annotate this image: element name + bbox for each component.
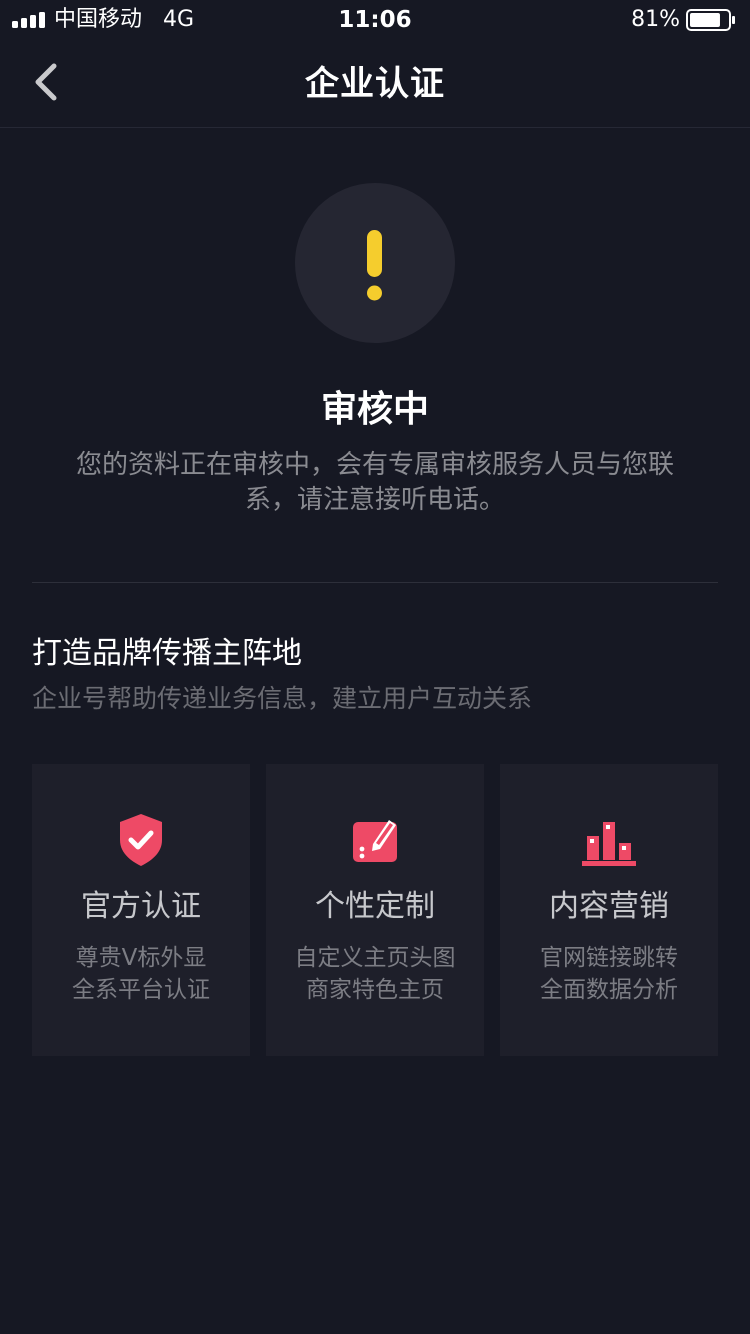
feature-desc-line: 商家特色主页 [306, 977, 444, 1003]
feature-desc-line: 官网链接跳转 [540, 945, 678, 971]
feature-desc-line: 全面数据分析 [540, 977, 678, 1003]
nav-bar: 企业认证 [0, 40, 750, 128]
feature-title: 官方认证 [81, 889, 201, 924]
feature-desc-line: 自定义主页头图 [294, 945, 456, 971]
feature-desc-line: 全系平台认证 [72, 977, 210, 1003]
promo-subtitle: 企业号帮助传递业务信息，建立用户互动关系 [32, 684, 533, 713]
section-divider [32, 582, 718, 583]
page-title: 企业认证 [305, 64, 445, 104]
custom-edit-icon [353, 820, 397, 862]
review-status-title: 审核中 [320, 389, 429, 430]
battery-icon [686, 9, 735, 31]
promo-title: 打造品牌传播主阵地 [32, 636, 302, 671]
feature-title: 内容营销 [549, 889, 669, 924]
feature-title: 个性定制 [315, 889, 435, 924]
exclamation-icon [367, 230, 382, 301]
bar-chart-icon [582, 822, 636, 866]
feature-card-customization: 个性定制 自定义主页头图 商家特色主页 [266, 764, 484, 1056]
feature-card-content-marketing: 内容营销 官网链接跳转 全面数据分析 [500, 764, 718, 1056]
review-status-badge [295, 183, 455, 343]
battery-percentage: 81% [631, 7, 680, 32]
feature-card-official-verification: 官方认证 尊贵V标外显 全系平台认证 [32, 764, 250, 1056]
feature-desc-line: 尊贵V标外显 [75, 945, 207, 971]
shield-check-icon [120, 814, 162, 866]
status-bar: 中国移动 4G 11:06 81% [0, 0, 750, 40]
review-status-description: 您的资料正在审核中，会有专属审核服务人员与您联系，请注意接听电话。 [75, 450, 674, 515]
